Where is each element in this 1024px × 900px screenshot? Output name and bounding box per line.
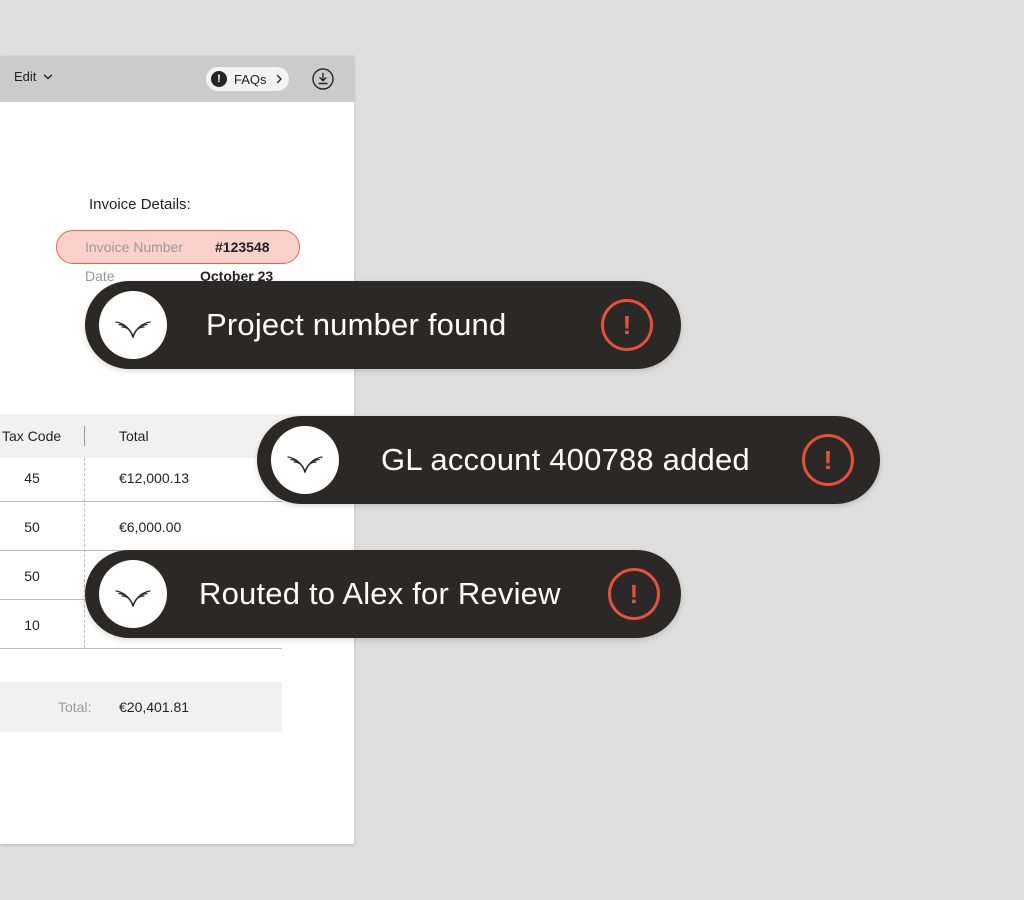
alert-icon[interactable]: !	[802, 434, 854, 486]
edit-menu-label: Edit	[14, 69, 37, 84]
column-header-tax-code: Tax Code	[2, 428, 62, 444]
total-label: Total:	[58, 699, 92, 715]
brand-logo-icon	[99, 560, 167, 628]
notification-message: Project number found	[206, 307, 507, 342]
row-3-tax-code: 50	[24, 568, 40, 584]
brand-logo-icon	[271, 426, 339, 494]
edit-menu[interactable]: Edit	[14, 69, 53, 84]
alert-icon[interactable]: !	[608, 568, 660, 620]
alert-icon[interactable]: !	[601, 299, 653, 351]
invoice-number-label: Invoice Number	[85, 239, 184, 255]
notification-routed-review[interactable]: Routed to Alex for Review !	[85, 550, 681, 638]
row-1-tax-code: 45	[24, 470, 40, 486]
column-header-total: Total	[119, 428, 149, 444]
faqs-label: FAQs	[234, 71, 267, 87]
brand-logo-icon	[99, 291, 167, 359]
total-value: €20,401.81	[119, 699, 190, 715]
date-label: Date	[85, 268, 115, 284]
invoice-total-bar: Total: €20,401.81	[0, 682, 282, 732]
chevron-right-icon	[276, 74, 282, 84]
invoice-number-value: #123548	[215, 239, 270, 255]
row-1-total: €12,000.13	[119, 470, 190, 486]
notification-message: GL account 400788 added	[381, 442, 750, 477]
notification-project-number[interactable]: Project number found !	[85, 281, 681, 369]
column-divider	[84, 458, 85, 648]
window-toolbar: Edit ! FAQs	[0, 56, 354, 102]
header-divider	[84, 426, 85, 446]
notification-message: Routed to Alex for Review	[199, 576, 561, 611]
chevron-down-icon	[44, 74, 53, 79]
row-divider	[0, 648, 282, 649]
invoice-details-title: Invoice Details:	[89, 196, 191, 213]
faqs-button[interactable]: ! FAQs	[206, 67, 289, 91]
notification-gl-account[interactable]: GL account 400788 added !	[257, 416, 880, 504]
download-icon[interactable]	[312, 68, 334, 90]
row-4-tax-code: 10	[24, 617, 40, 633]
row-2-tax-code: 50	[24, 519, 40, 535]
row-2-total: €6,000.00	[119, 519, 182, 535]
info-icon: !	[211, 71, 227, 87]
row-divider	[0, 501, 282, 502]
